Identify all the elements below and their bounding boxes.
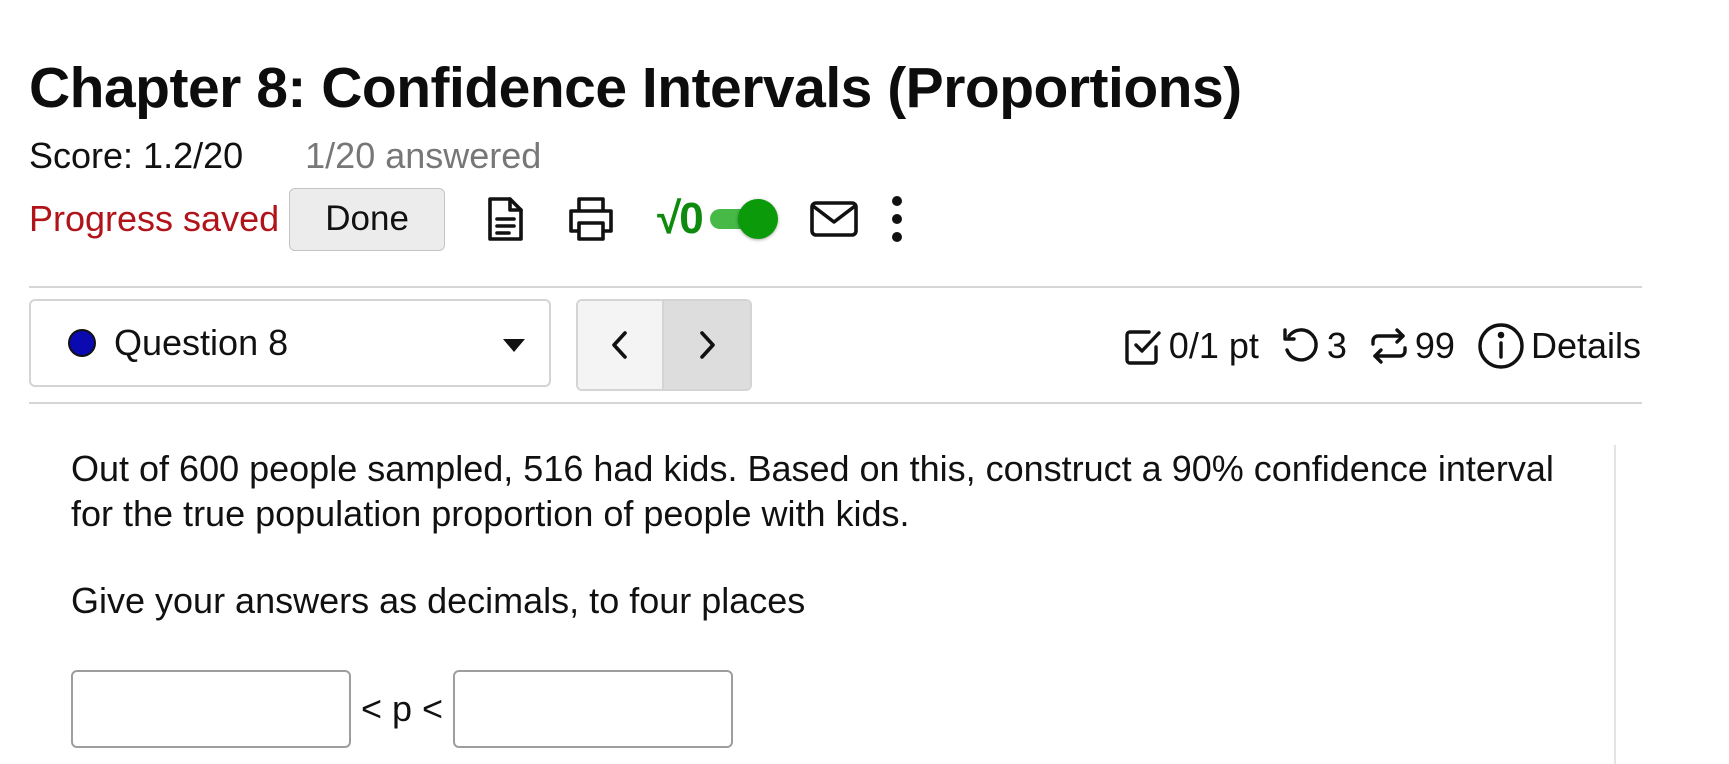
- score-row: Score: 1.2/20 1/20 answered: [29, 134, 541, 178]
- math-entry-icon: √0: [657, 194, 704, 243]
- regens-info: 99: [1369, 324, 1455, 368]
- chevron-right-icon: [700, 331, 715, 359]
- question-select[interactable]: Question 8: [29, 299, 551, 387]
- details-label: Details: [1530, 325, 1641, 366]
- divider: [29, 286, 1642, 288]
- more-vertical-icon[interactable]: [882, 193, 912, 245]
- content-divider: [1614, 445, 1616, 764]
- checkbox-icon: [1123, 326, 1163, 366]
- question-pager: [576, 299, 752, 391]
- question-text: Out of 600 people sampled, 516 had kids.…: [71, 448, 1554, 534]
- upper-bound-input[interactable]: [453, 670, 734, 748]
- math-entry-toggle[interactable]: √0: [657, 194, 778, 244]
- answered-count: 1/20 answered: [305, 135, 542, 176]
- answer-row: < p <: [71, 670, 734, 748]
- previous-question-button[interactable]: [578, 301, 664, 389]
- lower-bound-input[interactable]: [71, 670, 351, 748]
- mail-icon[interactable]: [808, 193, 860, 245]
- question-status-dot: [68, 329, 96, 357]
- score-text: Score: 1.2/20: [29, 135, 244, 176]
- assessment-page: Chapter 8: Confidence Intervals (Proport…: [0, 0, 1729, 764]
- document-icon[interactable]: [479, 193, 531, 245]
- tries-info: 3: [1281, 324, 1347, 368]
- caret-down-icon: [503, 339, 525, 352]
- done-button[interactable]: Done: [289, 187, 446, 251]
- toolbar: Progress saved Done √0: [29, 186, 912, 252]
- regenerate-icon: [1369, 326, 1409, 366]
- chevron-left-icon: [612, 331, 627, 359]
- print-icon[interactable]: [565, 193, 617, 245]
- retry-icon: [1281, 326, 1321, 366]
- toggle-knob: [737, 199, 778, 239]
- toggle-switch[interactable]: [706, 197, 778, 241]
- inequality-symbol: < p <: [361, 688, 444, 729]
- points-info: 0/1 pt: [1123, 324, 1259, 368]
- next-question-button[interactable]: [664, 301, 750, 389]
- question-instruction: Give your answers as decimals, to four p…: [71, 580, 806, 621]
- question-meta: 0/1 pt 3 99 Details: [1123, 316, 1641, 376]
- info-icon: [1477, 322, 1525, 370]
- regens-count: 99: [1414, 325, 1455, 366]
- tries-count: 3: [1326, 325, 1347, 366]
- details-button[interactable]: Details: [1477, 322, 1641, 370]
- question-select-label: Question 8: [114, 322, 289, 363]
- divider: [29, 402, 1642, 404]
- progress-status: Progress saved: [29, 198, 280, 239]
- page-title: Chapter 8: Confidence Intervals (Proport…: [29, 56, 1242, 120]
- points-text: 0/1 pt: [1168, 325, 1259, 366]
